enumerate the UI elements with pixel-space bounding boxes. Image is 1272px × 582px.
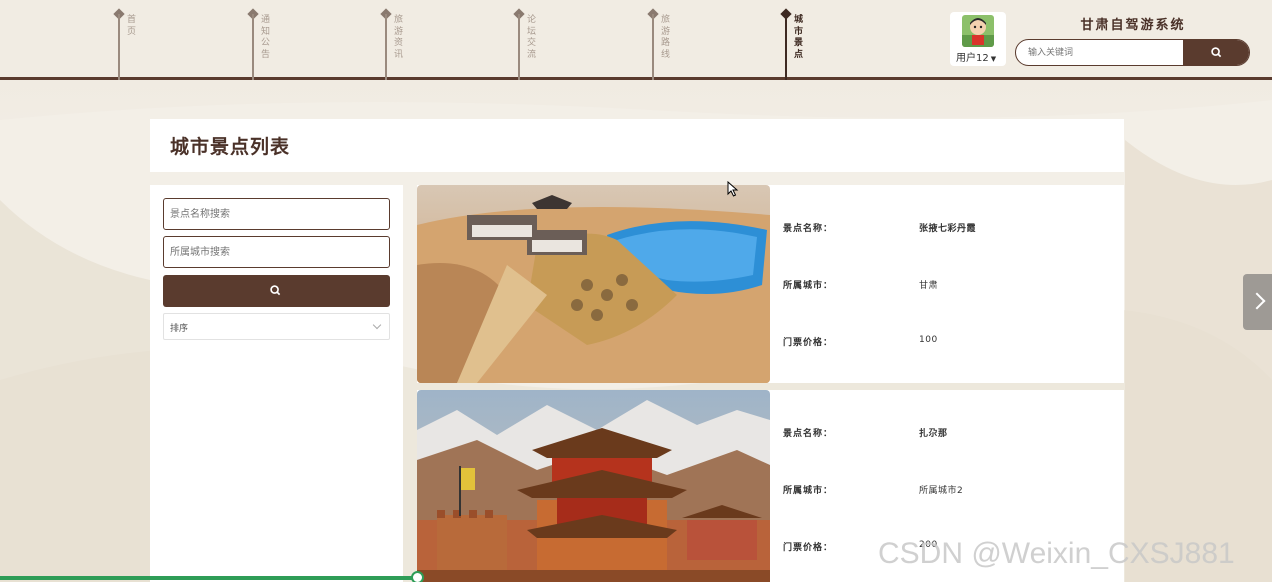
- nav-line: [785, 14, 787, 80]
- user-name-text: 用户12: [956, 53, 989, 64]
- next-page-button[interactable]: [1243, 274, 1272, 330]
- page-load-progress: [0, 576, 418, 580]
- page-title-bar: 城市景点列表: [150, 119, 1124, 172]
- filter-panel: 排序: [150, 185, 403, 582]
- filter-search-button[interactable]: [163, 275, 390, 307]
- spot-price-label: 门票价格：: [783, 338, 834, 348]
- spot-city-label: 所属城市：: [783, 486, 834, 496]
- spot-name-value: 扎尕那: [919, 429, 948, 439]
- spot-name-label: 景点名称：: [783, 429, 834, 439]
- nav-label: 旅游路线: [661, 15, 671, 60]
- nav-item-forum[interactable]: 论坛交流: [513, 8, 558, 80]
- header-search: [1015, 39, 1250, 66]
- nav-line: [252, 14, 254, 80]
- nav-line: [518, 14, 520, 80]
- chevron-down-icon: [372, 320, 382, 330]
- spot-price-label: 门票价格：: [783, 543, 834, 553]
- top-header: 首页 通知公告 旅游资讯 论坛交流 旅游路线 城市景点 用户12 ▼ 甘肃自驾游…: [0, 0, 1272, 80]
- spot-card[interactable]: 景点名称： 张掖七彩丹霞 所属城市： 甘肃 门票价格： 100: [417, 185, 1124, 383]
- search-icon: [270, 285, 281, 296]
- spot-city-label: 所属城市：: [783, 281, 834, 291]
- header-search-input[interactable]: [1028, 40, 1188, 65]
- progress-knob[interactable]: [411, 571, 424, 582]
- nav-line: [652, 14, 654, 80]
- user-menu[interactable]: 用户12 ▼: [950, 12, 1006, 66]
- crescent-lake-dunes-image[interactable]: [417, 185, 770, 383]
- nav-line: [118, 14, 120, 80]
- sort-select[interactable]: 排序: [163, 313, 390, 340]
- spot-city-value: 甘肃: [919, 281, 939, 291]
- spot-name-label: 景点名称：: [783, 224, 834, 234]
- spot-name-search-input[interactable]: [163, 198, 390, 230]
- jiayuguan-fort-image[interactable]: [417, 390, 770, 582]
- nav-label: 首页: [127, 15, 137, 37]
- search-icon: [1211, 47, 1222, 58]
- sort-label: 排序: [170, 324, 189, 334]
- spot-city-value: 所属城市2: [919, 486, 964, 496]
- spot-price-value: 100: [919, 335, 938, 345]
- nav-item-routes[interactable]: 旅游路线: [647, 8, 692, 80]
- nav-label: 通知公告: [261, 15, 271, 60]
- watermark: CSDN @Weixin_CXSJ881: [878, 537, 1235, 570]
- header-search-button[interactable]: [1183, 40, 1249, 65]
- site-title: 甘肃自驾游系统: [1080, 18, 1186, 33]
- nav-item-home[interactable]: 首页: [113, 8, 158, 80]
- nav-label: 旅游资讯: [394, 15, 404, 60]
- nav-line: [385, 14, 387, 80]
- avatar: [962, 15, 994, 47]
- city-search-input[interactable]: [163, 236, 390, 268]
- nav-label: 论坛交流: [527, 15, 537, 60]
- user-name[interactable]: 用户12 ▼: [956, 49, 996, 64]
- spot-name-value: 张掖七彩丹霞: [919, 224, 977, 234]
- chevron-right-icon: [1248, 292, 1266, 310]
- caret-down-icon: ▼: [990, 55, 997, 63]
- nav-item-notices[interactable]: 通知公告: [247, 8, 292, 80]
- page-title: 城市景点列表: [170, 136, 291, 158]
- nav-label: 城市景点: [794, 15, 804, 60]
- mouse-cursor-icon: [727, 181, 739, 197]
- nav-item-news[interactable]: 旅游资讯: [380, 8, 425, 80]
- nav-item-city-spots[interactable]: 城市景点: [780, 8, 825, 80]
